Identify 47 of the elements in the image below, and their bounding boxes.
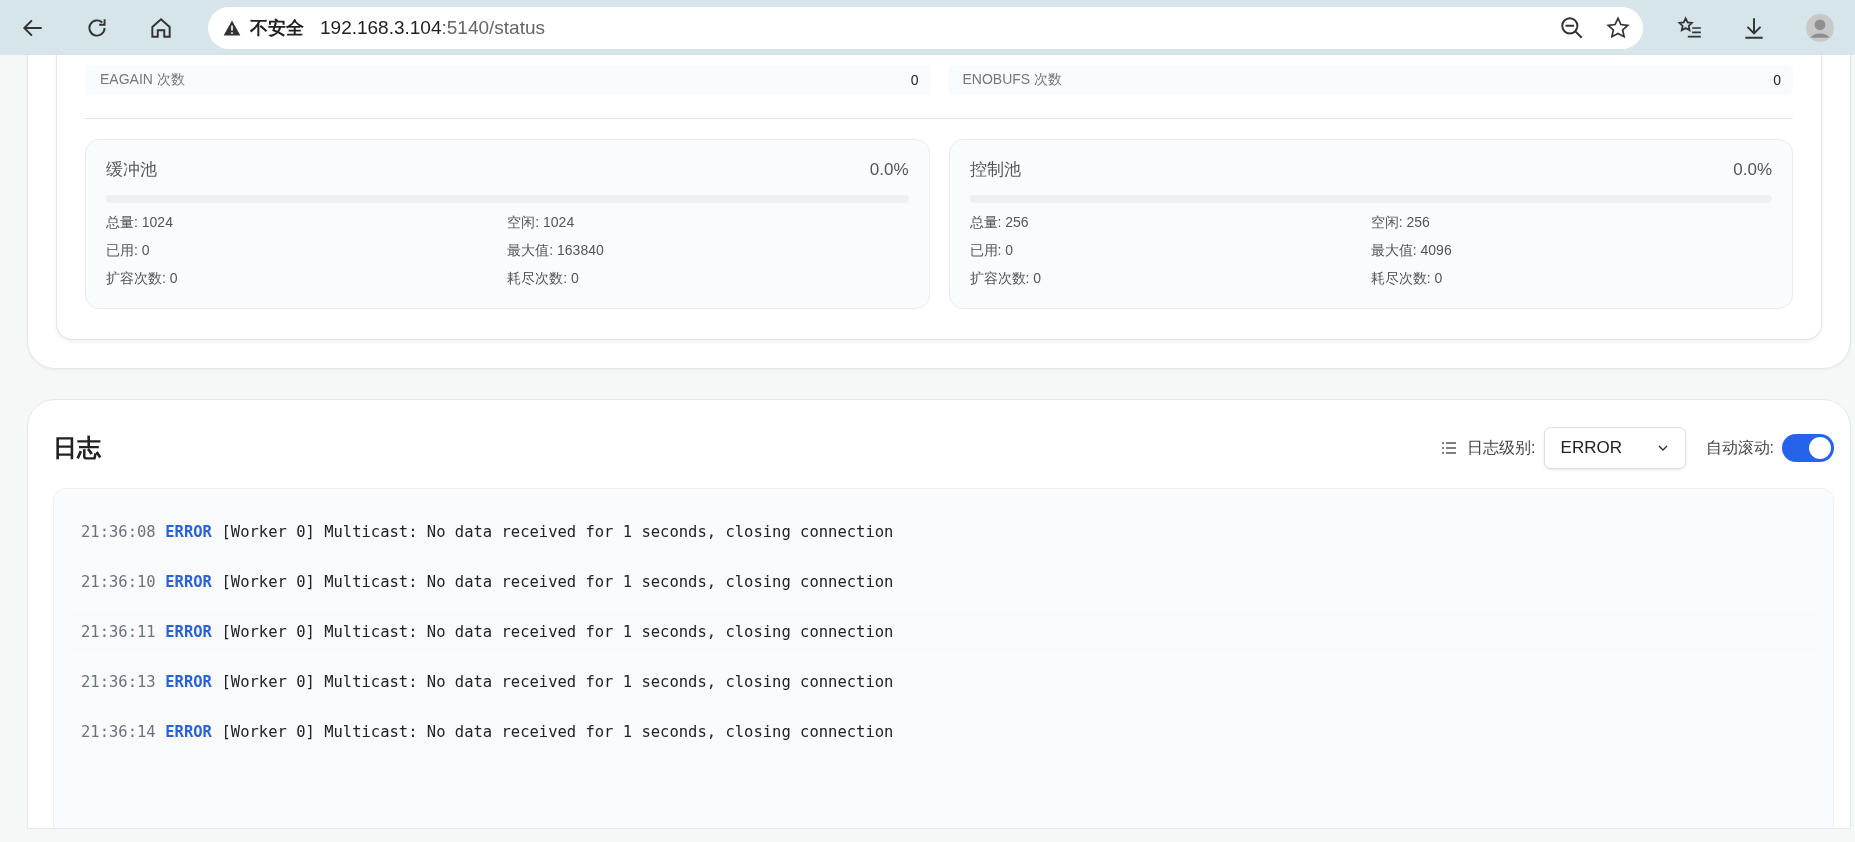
- pool-stat: 扩容次数: 0: [969, 269, 1043, 287]
- counter-label: ENOBUFS 次数: [962, 71, 1063, 89]
- log-message: [Worker 0] Multicast: No data received for 1 seconds, closing connection: [221, 522, 894, 543]
- pool-stat: 扩容次数: 0: [106, 269, 179, 287]
- pool-stat: 空闲: 1024: [507, 213, 576, 231]
- pool-stat: 已用: 0: [969, 241, 1015, 259]
- url-text: 192.168.3.104:5140/status: [320, 16, 546, 39]
- pool-stat: 空闲: 256: [1370, 213, 1431, 231]
- pool-stat: 耗尽次数: 0: [507, 269, 580, 287]
- log-title: 日志: [53, 433, 101, 463]
- log-time: 21:36:11: [81, 622, 156, 643]
- counter-value: 0: [1773, 72, 1781, 88]
- pool-stat: 已用: 0: [106, 241, 151, 259]
- log-message: [Worker 0] Multicast: No data received for 1 seconds, closing connection: [221, 622, 894, 643]
- auto-scroll-label: 自动滚动:: [1705, 437, 1774, 458]
- log-time: 21:36:08: [81, 522, 156, 543]
- address-bar[interactable]: 不安全 192.168.3.104:5140/status: [208, 6, 1643, 49]
- log-level: ERROR: [165, 722, 212, 743]
- star-icon[interactable]: [1605, 14, 1631, 41]
- pool-stat: 最大值: 4096: [1370, 241, 1453, 259]
- pool-title: 缓冲池: [106, 159, 157, 181]
- log-level-select[interactable]: ERROR: [1543, 427, 1686, 469]
- counter-value: 0: [910, 72, 919, 88]
- counter-label: EAGAIN 次数: [100, 71, 185, 89]
- log-time: 21:36:10: [81, 572, 156, 593]
- security-label: 不安全: [250, 16, 304, 40]
- pool-stat: 总量: 1024: [106, 213, 174, 231]
- log-message: [Worker 0] Multicast: No data received for 1 seconds, closing connection: [221, 722, 894, 743]
- log-level: ERROR: [165, 572, 212, 593]
- log-level: ERROR: [165, 522, 212, 543]
- log-time: 21:36:14: [81, 722, 156, 743]
- pool-percent: 0.0%: [1733, 159, 1772, 180]
- log-level-label: 日志级别:: [1467, 437, 1536, 458]
- pool-percent: 0.0%: [869, 159, 909, 180]
- log-message: [Worker 0] Multicast: No data received for 1 seconds, closing connection: [221, 672, 894, 693]
- log-level: ERROR: [165, 622, 212, 643]
- list-icon: [1441, 440, 1458, 456]
- pool-stat: 总量: 256: [969, 213, 1030, 231]
- zoom-out-icon[interactable]: [1559, 14, 1585, 41]
- favorites-icon[interactable]: [1677, 14, 1703, 41]
- pool-title: 控制池: [969, 159, 1021, 181]
- auto-scroll-toggle[interactable]: [1782, 434, 1834, 462]
- pool-stat: 耗尽次数: 0: [1370, 269, 1444, 287]
- log-message: [Worker 0] Multicast: No data received for 1 seconds, closing connection: [221, 572, 894, 593]
- log-time: 21:36:13: [81, 672, 156, 693]
- log-level: ERROR: [165, 672, 212, 693]
- pool-stat: 最大值: 163840: [507, 241, 605, 259]
